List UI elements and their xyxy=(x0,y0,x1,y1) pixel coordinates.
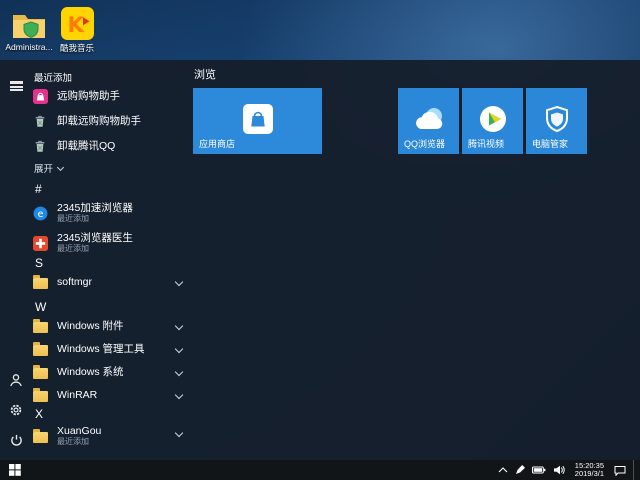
start-tiles-area: 浏览 应用商店 QQ浏览器 腾讯视频 电脑管家 xyxy=(193,60,640,460)
power-icon[interactable] xyxy=(8,432,24,448)
folder-icon xyxy=(32,319,48,333)
letter-header-w[interactable]: W xyxy=(35,300,46,314)
app-item-shopping-assistant[interactable]: 远购购物助手 xyxy=(32,84,186,108)
uninstall-bin-icon xyxy=(32,114,48,129)
app-label: softmgr xyxy=(57,276,93,288)
chevron-down-icon xyxy=(174,344,184,354)
user-account-icon[interactable] xyxy=(8,372,24,388)
app-label: WinRAR xyxy=(57,389,98,401)
svg-text:e: e xyxy=(37,208,43,219)
desktop-icon-kuwo-music[interactable]: K 酷我音乐 xyxy=(52,6,102,54)
shopping-assistant-icon xyxy=(32,88,48,104)
windows-logo-icon xyxy=(9,464,21,476)
taskbar-clock[interactable]: 15:20:35 2019/3/1 xyxy=(574,461,604,479)
browser-e-icon: e xyxy=(32,206,48,221)
app-label: 2345加速浏览器 xyxy=(57,202,133,214)
chevron-down-icon xyxy=(174,367,184,377)
app-item-xuangou[interactable]: XuanGou 最近添加 xyxy=(32,421,186,451)
tencent-video-play-icon xyxy=(479,105,507,138)
app-label: Windows 附件 xyxy=(57,320,124,332)
store-bag-icon xyxy=(242,103,273,139)
tile-app-store[interactable]: 应用商店 xyxy=(193,88,322,154)
folder-icon xyxy=(32,275,48,289)
folder-icon xyxy=(32,365,48,379)
uninstall-bin-icon xyxy=(32,139,48,154)
letter-header-hash[interactable]: # xyxy=(35,182,42,196)
app-item-softmgr[interactable]: softmgr xyxy=(32,270,186,294)
svg-text:K: K xyxy=(67,12,84,37)
start-left-rail xyxy=(0,60,30,460)
app-item-windows-system[interactable]: Windows 系统 xyxy=(32,360,186,384)
qq-browser-cloud-icon xyxy=(413,107,445,136)
system-tray: 15:20:35 2019/3/1 xyxy=(498,460,640,480)
app-label: Windows 管理工具 xyxy=(57,343,145,355)
app-label: 远购购物助手 xyxy=(57,90,120,102)
app-item-windows-accessories[interactable]: Windows 附件 xyxy=(32,314,186,338)
tile-tencent-video[interactable]: 腾讯视频 xyxy=(462,88,523,154)
app-label: 卸载远购购物助手 xyxy=(57,115,141,127)
admin-folder-icon xyxy=(4,6,54,40)
pc-manager-shield-icon xyxy=(544,105,570,138)
hamburger-menu-icon[interactable] xyxy=(8,74,24,91)
desktop-icon-label: 酷我音乐 xyxy=(59,43,94,53)
tile-pc-manager[interactable]: 电脑管家 xyxy=(526,88,587,154)
doctor-cross-icon xyxy=(32,235,48,251)
battery-icon[interactable] xyxy=(531,466,546,474)
app-item-uninstall-shopping-assistant[interactable]: 卸载远购购物助手 xyxy=(32,109,186,133)
start-menu: 最近添加 远购购物助手 卸载远购购物助手 卸载腾讯QQ 展开 # e 2345加… xyxy=(0,60,640,460)
taskbar: 15:20:35 2019/3/1 xyxy=(0,460,640,480)
kuwo-music-icon: K xyxy=(52,6,102,40)
chevron-down-icon xyxy=(174,321,184,331)
tile-label: 电脑管家 xyxy=(532,139,569,149)
expand-label: 展开 xyxy=(34,164,54,175)
app-item-winrar[interactable]: WinRAR xyxy=(32,383,186,407)
tile-label: 腾讯视频 xyxy=(468,139,505,149)
chevron-down-icon xyxy=(174,390,184,400)
show-desktop-button[interactable] xyxy=(633,460,637,480)
pen-icon[interactable] xyxy=(515,465,525,475)
folder-icon xyxy=(32,429,48,443)
desktop-icon-administrator[interactable]: Administra... xyxy=(4,6,54,52)
folder-icon xyxy=(32,388,48,402)
letter-header-s[interactable]: S xyxy=(35,256,43,270)
tray-up-arrow-icon[interactable] xyxy=(498,467,508,473)
volume-icon[interactable] xyxy=(553,465,565,475)
clock-date: 2019/3/1 xyxy=(574,469,604,478)
folder-icon xyxy=(32,342,48,356)
app-sub-recently-added: 最近添加 xyxy=(57,437,89,446)
start-button[interactable] xyxy=(0,460,30,480)
chevron-down-icon xyxy=(56,163,65,172)
app-label: 卸载腾讯QQ xyxy=(57,140,116,152)
recently-added-header: 最近添加 xyxy=(34,73,73,84)
expand-toggle[interactable]: 展开 xyxy=(34,161,65,175)
tile-group-header[interactable]: 浏览 xyxy=(194,66,216,82)
app-item-windows-admin-tools[interactable]: Windows 管理工具 xyxy=(32,337,186,361)
app-item-uninstall-qq[interactable]: 卸载腾讯QQ xyxy=(32,134,186,158)
app-sub-recently-added: 最近添加 xyxy=(57,244,89,253)
chevron-down-icon xyxy=(174,428,184,438)
app-label: 2345浏览器医生 xyxy=(57,232,133,244)
action-center-icon[interactable] xyxy=(614,465,626,476)
app-sub-recently-added: 最近添加 xyxy=(57,214,89,223)
start-app-list: 最近添加 远购购物助手 卸载远购购物助手 卸载腾讯QQ 展开 # e 2345加… xyxy=(32,60,188,460)
app-item-2345-browser[interactable]: e 2345加速浏览器 最近添加 xyxy=(32,198,186,228)
desktop-icon-label: Administra... xyxy=(5,42,53,52)
letter-header-x[interactable]: X xyxy=(35,407,43,421)
tile-label: 应用商店 xyxy=(199,139,236,149)
tile-qq-browser[interactable]: QQ浏览器 xyxy=(398,88,459,154)
app-item-2345-doctor[interactable]: 2345浏览器医生 最近添加 xyxy=(32,228,186,258)
settings-gear-icon[interactable] xyxy=(8,402,24,418)
screen: Administra... K 酷我音乐 最近添加 远购购物助手 卸载远购购物助… xyxy=(0,0,640,480)
app-label: XuanGou xyxy=(57,425,102,437)
chevron-down-icon xyxy=(174,277,184,287)
tile-label: QQ浏览器 xyxy=(404,139,446,149)
app-label: Windows 系统 xyxy=(57,366,124,378)
